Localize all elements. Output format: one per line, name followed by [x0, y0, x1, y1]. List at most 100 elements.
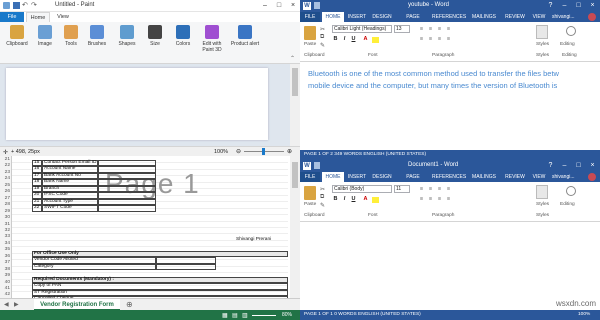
numbering-icon[interactable]: ≡	[427, 186, 434, 193]
copy-icon[interactable]: ⧉	[320, 34, 324, 41]
drawing-canvas[interactable]	[6, 68, 268, 140]
font-size-select[interactable]: 13	[394, 25, 410, 33]
tab-mailings[interactable]: MAILINGS	[468, 12, 500, 22]
bold-button[interactable]: B	[332, 36, 339, 43]
excel-scrollbar[interactable]	[290, 156, 300, 298]
undo-icon[interactable]: ↶	[22, 2, 29, 9]
tab-references[interactable]: REFERENCES	[432, 172, 466, 182]
save-icon[interactable]	[13, 2, 20, 9]
close-button[interactable]: ×	[586, 0, 599, 12]
document-area[interactable]: Bluetooth is one of the most common meth…	[300, 62, 600, 150]
scrollbar-thumb[interactable]	[292, 162, 298, 188]
justify-icon[interactable]: ≡	[445, 196, 452, 203]
maximize-button[interactable]: □	[272, 0, 286, 12]
tab-file[interactable]: File	[0, 12, 24, 22]
scrollbar-thumb[interactable]	[292, 68, 298, 96]
numbering-icon[interactable]: ≡	[427, 26, 434, 33]
tab-file[interactable]: FILE	[300, 172, 320, 182]
tab-home[interactable]: HOME	[322, 172, 344, 182]
styles-icon[interactable]	[536, 25, 548, 39]
format-painter-icon[interactable]: ✎	[320, 202, 325, 209]
document-area[interactable]	[300, 222, 600, 310]
value-cell[interactable]	[98, 205, 156, 212]
page-break-icon[interactable]: ▥	[242, 312, 248, 319]
highlight-icon[interactable]	[372, 197, 379, 203]
indent-icon[interactable]: ≡	[436, 26, 443, 33]
indent-icon[interactable]: ≡	[436, 186, 443, 193]
find-icon[interactable]	[566, 26, 576, 36]
bullets-icon[interactable]: ≡	[418, 26, 425, 33]
align-center-icon[interactable]: ≡	[427, 196, 434, 203]
styles-icon[interactable]	[536, 185, 548, 199]
ribbon-tool-product-alert[interactable]: Product alert	[230, 25, 260, 47]
save-icon[interactable]	[314, 162, 320, 169]
justify-icon[interactable]: ≡	[445, 36, 452, 43]
maximize-button[interactable]: □	[572, 160, 585, 172]
tab-references[interactable]: REFERENCES	[432, 12, 466, 22]
tab-insert[interactable]: INSERT	[346, 12, 368, 22]
zoom-out-button[interactable]: ⊖	[236, 148, 241, 155]
cut-icon[interactable]: ✂	[320, 186, 325, 193]
ribbon-tool-shapes[interactable]: Shapes	[112, 25, 142, 47]
tab-review[interactable]: REVIEW	[502, 172, 528, 182]
font-family-select[interactable]: Calibri Light (Headings)	[332, 25, 392, 33]
align-right-icon[interactable]: ≡	[436, 196, 443, 203]
ribbon-tool-palette[interactable]: Colors	[168, 25, 198, 47]
ribbon-tool-brush[interactable]: Brushes	[82, 25, 112, 47]
save-icon[interactable]	[314, 2, 320, 9]
font-size-select[interactable]: 11	[394, 185, 410, 193]
format-painter-icon[interactable]: ✎	[320, 42, 325, 49]
align-left-icon[interactable]: ≡	[418, 196, 425, 203]
paste-icon[interactable]	[304, 26, 316, 40]
zoom-in-button[interactable]: ⊕	[287, 148, 292, 155]
font-family-select[interactable]: Calibri (Body)	[332, 185, 392, 193]
close-button[interactable]: ×	[586, 160, 599, 172]
avatar[interactable]	[588, 13, 596, 21]
help-button[interactable]: ?	[544, 0, 557, 12]
tab-mailings[interactable]: MAILINGS	[468, 172, 500, 182]
value-cell[interactable]	[156, 263, 216, 271]
bold-button[interactable]: B	[332, 196, 339, 203]
minimize-button[interactable]: –	[258, 0, 272, 12]
user-name[interactable]: shivangi...	[552, 172, 575, 182]
user-name[interactable]: shivangi...	[552, 12, 575, 22]
copy-icon[interactable]: ⧉	[320, 194, 324, 201]
zoom-slider-thumb[interactable]	[262, 148, 265, 155]
avatar[interactable]	[588, 173, 596, 181]
highlight-icon[interactable]	[372, 37, 379, 43]
align-left-icon[interactable]: ≡	[418, 36, 425, 43]
paste-icon[interactable]	[304, 186, 316, 200]
close-button[interactable]: ×	[286, 0, 300, 12]
underline-button[interactable]: U	[350, 36, 357, 43]
font-color-button[interactable]: A	[362, 36, 369, 43]
underline-button[interactable]: U	[350, 196, 357, 203]
find-icon[interactable]	[566, 186, 576, 196]
tab-view[interactable]: VIEW	[530, 172, 548, 182]
italic-button[interactable]: I	[341, 36, 348, 43]
tab-view[interactable]: View	[52, 12, 74, 22]
tab-review[interactable]: REVIEW	[502, 12, 528, 22]
minimize-button[interactable]: –	[558, 160, 571, 172]
ribbon-tool-clipboard[interactable]: Clipboard	[2, 25, 32, 47]
minimize-button[interactable]: –	[558, 0, 571, 12]
add-sheet-icon[interactable]: ⊕	[126, 300, 133, 309]
maximize-button[interactable]: □	[572, 0, 585, 12]
page-layout-icon[interactable]: ▤	[232, 312, 238, 319]
ribbon-tool-size[interactable]: Size	[140, 25, 170, 47]
help-button[interactable]: ?	[544, 160, 557, 172]
tab-home[interactable]: Home	[26, 12, 50, 22]
align-right-icon[interactable]: ≡	[436, 36, 443, 43]
tab-insert[interactable]: INSERT	[346, 172, 368, 182]
bullets-icon[interactable]: ≡	[418, 186, 425, 193]
tab-design[interactable]: DESIGN	[370, 12, 394, 22]
zoom-slider[interactable]	[252, 315, 276, 316]
collapse-ribbon-icon[interactable]: ⌃	[290, 55, 295, 62]
tab-page-layout[interactable]: PAGE LAYOUT	[396, 172, 430, 190]
tab-page-layout[interactable]: PAGE LAYOUT	[396, 12, 430, 30]
paint-scrollbar[interactable]	[290, 64, 300, 146]
cut-icon[interactable]: ✂	[320, 26, 325, 33]
sheet-prev-icon[interactable]: ◀	[4, 301, 9, 308]
ribbon-tool-paint3d[interactable]: Edit with Paint 3D	[197, 25, 227, 53]
sort-icon[interactable]: ≡	[445, 186, 452, 193]
font-color-button[interactable]: A	[362, 196, 369, 203]
